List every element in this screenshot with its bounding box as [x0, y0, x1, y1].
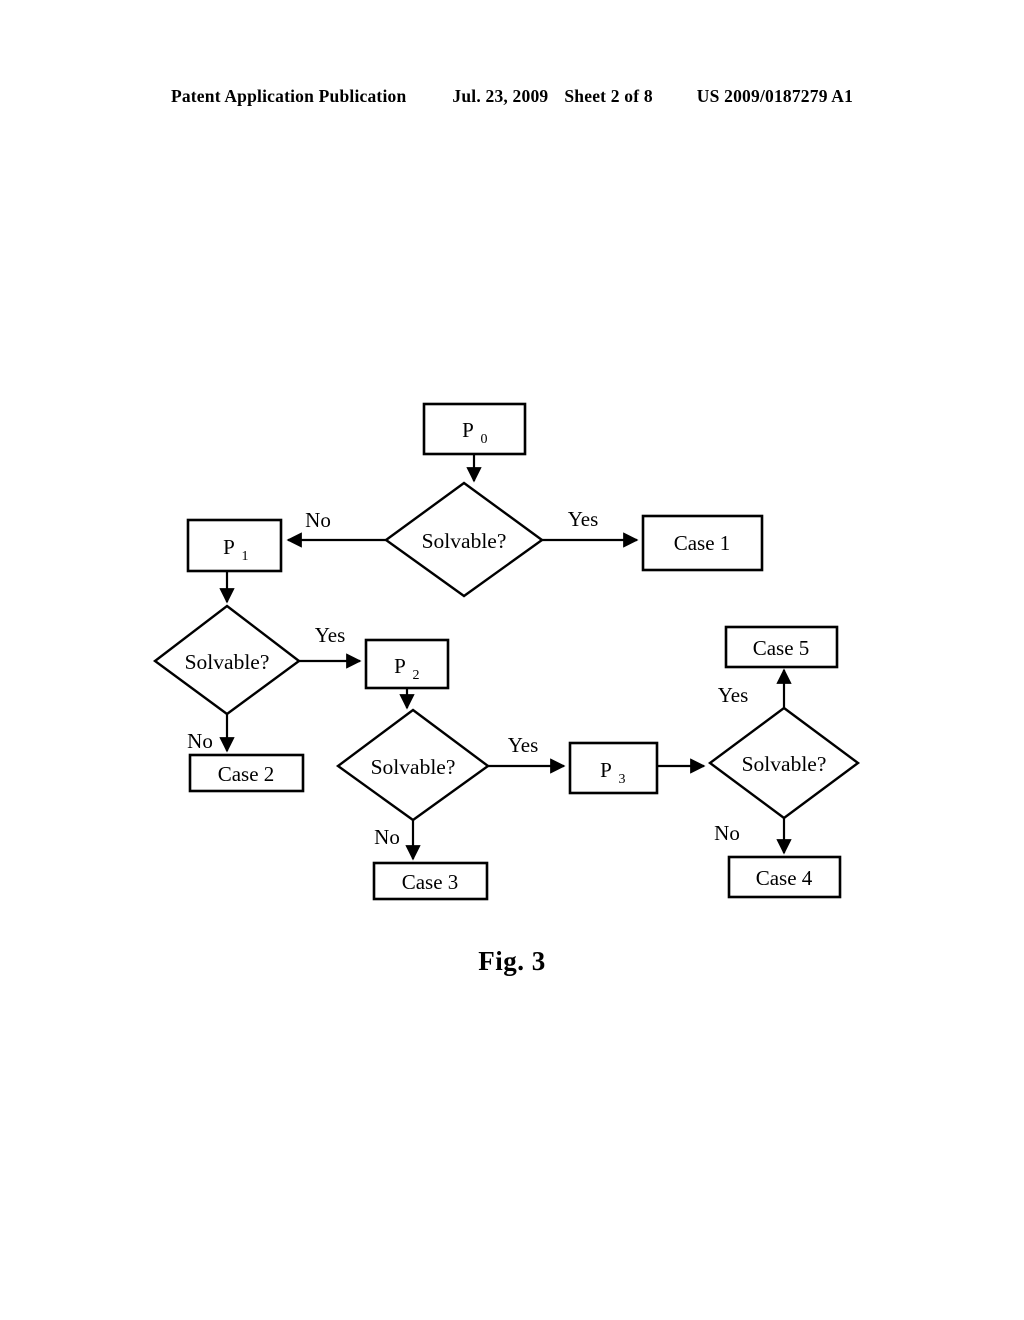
decision1-label: Solvable?: [422, 529, 507, 553]
p2-label: P: [394, 654, 406, 678]
node-decision2: Solvable?: [152, 604, 302, 716]
node-case2: Case 2: [188, 753, 305, 793]
figure-caption: Fig. 3: [478, 946, 546, 976]
decision2-label: Solvable?: [185, 650, 270, 674]
node-p1: P 1: [186, 518, 283, 573]
p0-subscript: 0: [481, 432, 488, 447]
p0-label: P: [462, 418, 474, 442]
p3-subscript: 3: [619, 772, 626, 787]
case4-label: Case 4: [756, 866, 813, 890]
node-p2: P 2: [364, 638, 450, 690]
node-case3: Case 3: [372, 861, 489, 901]
decision3-label: Solvable?: [371, 755, 456, 779]
node-decision4: Solvable?: [707, 706, 861, 820]
edge-label-decision3-no: No: [374, 825, 400, 849]
edge-label-decision3-yes: Yes: [508, 733, 539, 757]
node-case4: Case 4: [727, 855, 842, 899]
case3-label: Case 3: [402, 870, 459, 894]
edge-label-decision4-yes: Yes: [718, 683, 749, 707]
p1-subscript: 1: [242, 549, 249, 564]
node-p3: P 3: [568, 741, 659, 795]
p3-box: [568, 741, 659, 795]
case5-label: Case 5: [753, 636, 810, 660]
p3-label: P: [600, 758, 612, 782]
edge-label-decision2-no: No: [187, 729, 213, 753]
flowchart-figure: P 0 Solvable? P 1 Case 1 Solvable? P 2 C…: [0, 0, 1024, 1320]
node-decision1: Solvable?: [383, 481, 545, 598]
decision4-label: Solvable?: [742, 752, 827, 776]
edge-label-decision2-yes: Yes: [315, 623, 346, 647]
p2-box: [364, 638, 450, 690]
edge-label-decision1-yes: Yes: [568, 507, 599, 531]
node-decision3: Solvable?: [335, 708, 491, 822]
p2-subscript: 2: [413, 668, 420, 683]
edge-label-decision1-no: No: [305, 508, 331, 532]
p1-label: P: [223, 535, 235, 559]
p0-box: [422, 402, 527, 456]
node-case5: Case 5: [724, 625, 839, 669]
case1-label: Case 1: [674, 531, 731, 555]
flowchart-svg: P 0 Solvable? P 1 Case 1 Solvable? P 2 C…: [152, 402, 861, 901]
case2-label: Case 2: [218, 762, 275, 786]
node-case1: Case 1: [641, 514, 764, 572]
edge-label-decision4-no: No: [714, 821, 740, 845]
node-p0: P 0: [422, 402, 527, 456]
